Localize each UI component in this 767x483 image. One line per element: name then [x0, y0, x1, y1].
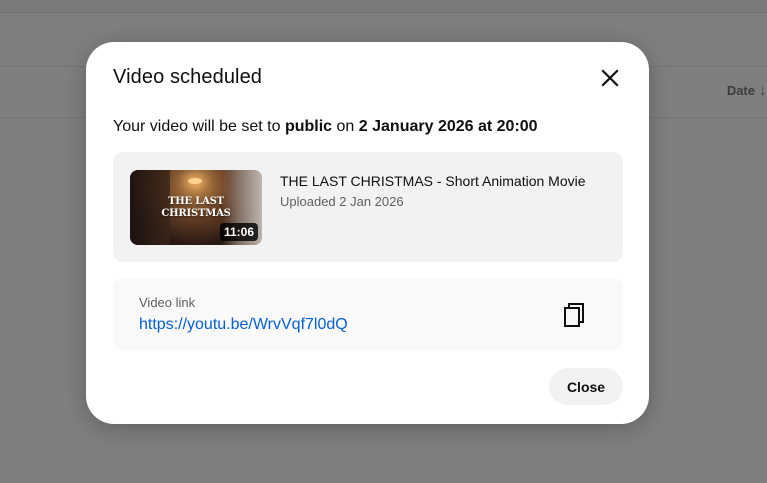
video-link-label: Video link — [139, 295, 196, 310]
video-upload-date: Uploaded 2 Jan 2026 — [280, 194, 404, 209]
copy-icon[interactable] — [561, 301, 587, 329]
message-prefix: Your video will be set to — [113, 118, 281, 135]
video-scheduled-dialog: Video scheduled Your video will be set t… — [86, 42, 649, 424]
background-date-sort: Date ↓ — [727, 82, 767, 99]
visibility-value: public — [284, 118, 333, 135]
video-link-url[interactable]: https://youtu.be/WrvVqf7l0dQ — [139, 316, 348, 334]
message-mid: on — [336, 118, 355, 135]
scheduled-datetime: 2 January 2026 at 20:00 — [358, 118, 538, 135]
schedule-message: Your video will be set to public on 2 Ja… — [113, 118, 538, 136]
dialog-title: Video scheduled — [113, 66, 263, 88]
background-topbar — [0, 0, 767, 13]
video-title: THE LAST CHRISTMAS - Short Animation Mov… — [280, 173, 586, 189]
close-icon[interactable] — [596, 64, 624, 92]
arrow-down-icon: ↓ — [759, 82, 767, 99]
video-thumbnail[interactable]: THE LAST CHRISTMAS 11:06 — [130, 170, 262, 245]
video-link-card: Video link https://youtu.be/WrvVqf7l0dQ — [113, 278, 623, 350]
thumbnail-title-text: THE LAST CHRISTMAS — [161, 196, 231, 219]
close-button[interactable]: Close — [549, 368, 623, 405]
video-duration: 11:06 — [219, 223, 258, 241]
date-sort-label: Date — [726, 83, 755, 98]
video-card: THE LAST CHRISTMAS 11:06 THE LAST CHRIST… — [113, 152, 623, 262]
